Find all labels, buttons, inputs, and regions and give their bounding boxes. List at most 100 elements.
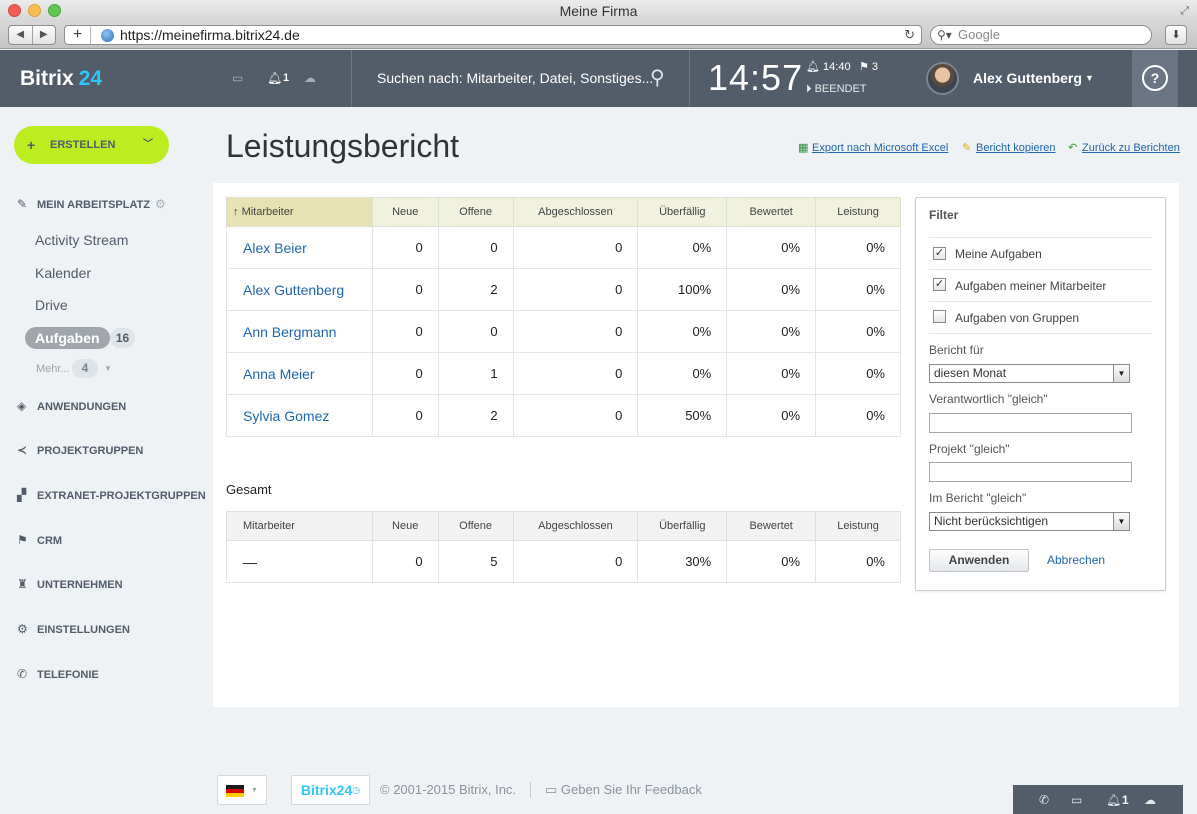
- sidebar-section-workspace[interactable]: ✎ MEIN ARBEITSPLATZ: [17, 194, 150, 214]
- fullscreen-icon[interactable]: ⤢: [1180, 4, 1189, 18]
- phone-icon: ✆: [17, 667, 28, 681]
- im-notification-count: 1: [1122, 793, 1129, 807]
- cell-ueberfaellig: 100%: [637, 268, 728, 311]
- copy-report-link[interactable]: ✎ Bericht kopieren: [962, 141, 1056, 155]
- footer-logo[interactable]: Bitrix24◷: [291, 775, 370, 805]
- sidebar-more[interactable]: Mehr...: [36, 360, 70, 378]
- col-abgeschlossen[interactable]: Abgeschlossen: [512, 197, 639, 227]
- sidebar-item-activity-stream[interactable]: Activity Stream: [35, 231, 128, 249]
- address-bar[interactable]: + https://meinefirma.bitrix24.de ↻: [64, 25, 922, 45]
- chevron-down-icon[interactable]: ﹀: [143, 126, 153, 164]
- apply-button[interactable]: Anwenden: [929, 549, 1029, 572]
- dropdown-arrow-icon[interactable]: ▼: [1113, 513, 1129, 530]
- checkbox-label[interactable]: Meine Aufgaben: [955, 247, 1042, 261]
- play-circle-icon: ⏵: [806, 83, 815, 95]
- search-icon[interactable]: ⚲: [650, 50, 665, 106]
- browser-search-field[interactable]: ⚲▾ Google: [930, 25, 1152, 45]
- cell-bewertet: 0%: [726, 352, 817, 395]
- filter-divider: [929, 269, 1152, 270]
- sidebar-section-telefonie[interactable]: ✆ TELEFONIE: [17, 664, 99, 684]
- sidebar-section-extranet[interactable]: ▞ EXTRANET-PROJEKTGRUPPEN: [17, 485, 206, 505]
- sidebar-section-projektgruppen[interactable]: ≺ PROJEKTGRUPPEN: [17, 440, 143, 460]
- checkbox-label[interactable]: Aufgaben meiner Mitarbeiter: [955, 279, 1106, 293]
- table-row: Anna Meier 0 1 0 0% 0% 0%: [226, 352, 901, 395]
- employee-link[interactable]: Alex Beier: [226, 226, 373, 269]
- employee-link[interactable]: Anna Meier: [226, 352, 373, 395]
- bell-icon[interactable]: 🔔︎: [267, 50, 282, 107]
- header-search-input[interactable]: Suchen nach: Mitarbeiter, Datei, Sonstig…: [377, 50, 653, 106]
- bell-icon[interactable]: 🔔︎: [1106, 785, 1121, 814]
- sidebar-section-crm[interactable]: ⚑ CRM: [17, 530, 62, 550]
- sidebar-section-label: MEIN ARBEITSPLATZ: [37, 199, 151, 211]
- col-mitarbeiter[interactable]: ↑ Mitarbeiter: [226, 197, 373, 227]
- sidebar-section-einstellungen[interactable]: ⚙ EINSTELLUNGEN: [17, 619, 130, 639]
- cancel-link[interactable]: Abbrechen: [1047, 553, 1105, 568]
- user-name[interactable]: Alex Guttenberg: [973, 50, 1082, 106]
- cell-neue: 0: [371, 310, 439, 353]
- avatar[interactable]: [926, 62, 959, 95]
- footer-divider: [530, 782, 531, 798]
- forward-button[interactable]: ▶: [31, 26, 56, 44]
- url-text[interactable]: https://meinefirma.bitrix24.de: [120, 26, 300, 44]
- checkbox-meine-aufgaben[interactable]: ✓: [933, 247, 946, 260]
- dropdown-arrow-icon[interactable]: ▼: [1113, 365, 1129, 382]
- sidebar-item-aufgaben[interactable]: Aufgaben: [25, 327, 110, 349]
- employee-link[interactable]: Sylvia Gomez: [226, 394, 373, 437]
- col-offene: Offene: [437, 511, 514, 541]
- chevron-down-icon: ▼: [251, 787, 258, 794]
- back-to-reports-link[interactable]: ↶ Zurück zu Berichten: [1068, 141, 1180, 155]
- projekt-input[interactable]: [929, 462, 1132, 482]
- col-bewertet: Bewertet: [726, 511, 817, 541]
- employee-link[interactable]: Alex Guttenberg: [226, 268, 373, 311]
- chat-icon[interactable]: ▭: [1071, 785, 1082, 814]
- phone-icon[interactable]: ✆: [1039, 785, 1049, 814]
- cube-icon: ◈: [17, 399, 27, 413]
- bericht-fuer-value: diesen Monat: [934, 366, 1007, 380]
- bericht-fuer-select[interactable]: diesen Monat ▼: [929, 364, 1130, 383]
- back-button[interactable]: ◀: [9, 26, 32, 44]
- minimize-window-button[interactable]: [28, 4, 41, 17]
- chevron-down-icon[interactable]: ▼: [104, 360, 112, 378]
- employee-link[interactable]: Ann Bergmann: [226, 310, 373, 353]
- create-button[interactable]: + ERSTELLEN ﹀: [14, 126, 169, 164]
- export-excel-link[interactable]: ▦ Export nach Microsoft Excel: [798, 141, 948, 155]
- col-bewertet[interactable]: Bewertet: [726, 197, 817, 227]
- bitrix-logo[interactable]: Bitrix 24: [20, 50, 102, 107]
- col-leistung[interactable]: Leistung: [815, 197, 901, 227]
- cloud-icon[interactable]: ☁: [304, 50, 316, 107]
- sidebar-section-anwendungen[interactable]: ◈ ANWENDUNGEN: [17, 396, 126, 416]
- totals-table: Mitarbeiter Neue Offene Abgeschlossen Üb…: [226, 511, 901, 583]
- im-bericht-select[interactable]: Nicht berücksichtigen ▼: [929, 512, 1130, 531]
- cell-offene: 5: [437, 540, 514, 583]
- language-selector[interactable]: ▼: [217, 775, 267, 805]
- checkbox-label[interactable]: Aufgaben von Gruppen: [955, 311, 1079, 325]
- reload-icon[interactable]: ↻: [904, 26, 915, 44]
- col-offene[interactable]: Offene: [437, 197, 514, 227]
- checkbox-aufgaben-mitarbeiter[interactable]: ✓: [933, 278, 946, 291]
- chevron-down-icon[interactable]: ▼: [1085, 50, 1094, 106]
- filter-divider: [929, 333, 1152, 334]
- cloud-icon[interactable]: ☁: [1144, 785, 1156, 814]
- workday-status[interactable]: ⏵ BEENDET: [806, 83, 867, 96]
- checkbox-aufgaben-gruppen[interactable]: [933, 310, 946, 323]
- col-ueberfaellig[interactable]: Überfällig: [637, 197, 728, 227]
- clock[interactable]: 14:57: [708, 57, 803, 99]
- add-bookmark-icon[interactable]: +: [65, 26, 91, 44]
- downloads-button[interactable]: ⬇: [1165, 25, 1187, 45]
- browser-search-placeholder: Google: [958, 27, 1000, 42]
- table-row: Ann Bergmann 0 0 0 0% 0% 0%: [226, 310, 901, 353]
- sidebar-section-unternehmen[interactable]: ♜ UNTERNEHMEN: [17, 574, 123, 594]
- sidebar-item-drive[interactable]: Drive: [35, 296, 68, 314]
- excel-icon: ▦: [798, 142, 809, 154]
- verantwortlich-input[interactable]: [929, 413, 1132, 433]
- sidebar-item-kalender[interactable]: Kalender: [35, 264, 91, 282]
- close-window-button[interactable]: [8, 4, 21, 17]
- back-to-reports-label: Zurück zu Berichten: [1082, 142, 1180, 154]
- back-arrow-icon: ↶: [1068, 142, 1078, 154]
- messages-icon[interactable]: ▭: [232, 50, 243, 107]
- col-neue[interactable]: Neue: [371, 197, 439, 227]
- help-button[interactable]: ?: [1132, 50, 1178, 107]
- zoom-window-button[interactable]: [48, 4, 61, 17]
- gear-icon[interactable]: ⚙: [155, 196, 166, 212]
- feedback-link[interactable]: ▭ Geben Sie Ihr Feedback: [545, 782, 702, 798]
